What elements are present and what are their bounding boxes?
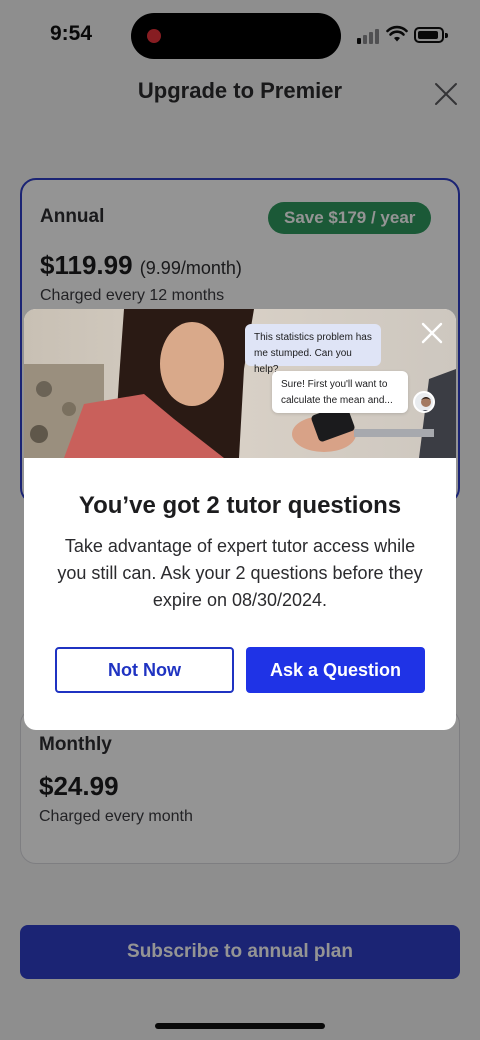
modal-title: You’ve got 2 tutor questions: [78, 492, 402, 519]
hero-image: This statistics problem has me stumped. …: [24, 309, 456, 458]
student-message-bubble: This statistics problem has me stumped. …: [245, 324, 381, 375]
close-icon[interactable]: [420, 321, 444, 345]
tutor-message-bubble: Sure! First you'll want to calculate the…: [272, 371, 408, 413]
tutor-avatar: [413, 391, 435, 413]
tutor-questions-modal: This statistics problem has me stumped. …: [24, 309, 456, 730]
ask-question-button[interactable]: Ask a Question: [246, 647, 425, 693]
modal-body-text: Take advantage of expert tutor access wh…: [57, 536, 423, 610]
not-now-button[interactable]: Not Now: [55, 647, 234, 693]
